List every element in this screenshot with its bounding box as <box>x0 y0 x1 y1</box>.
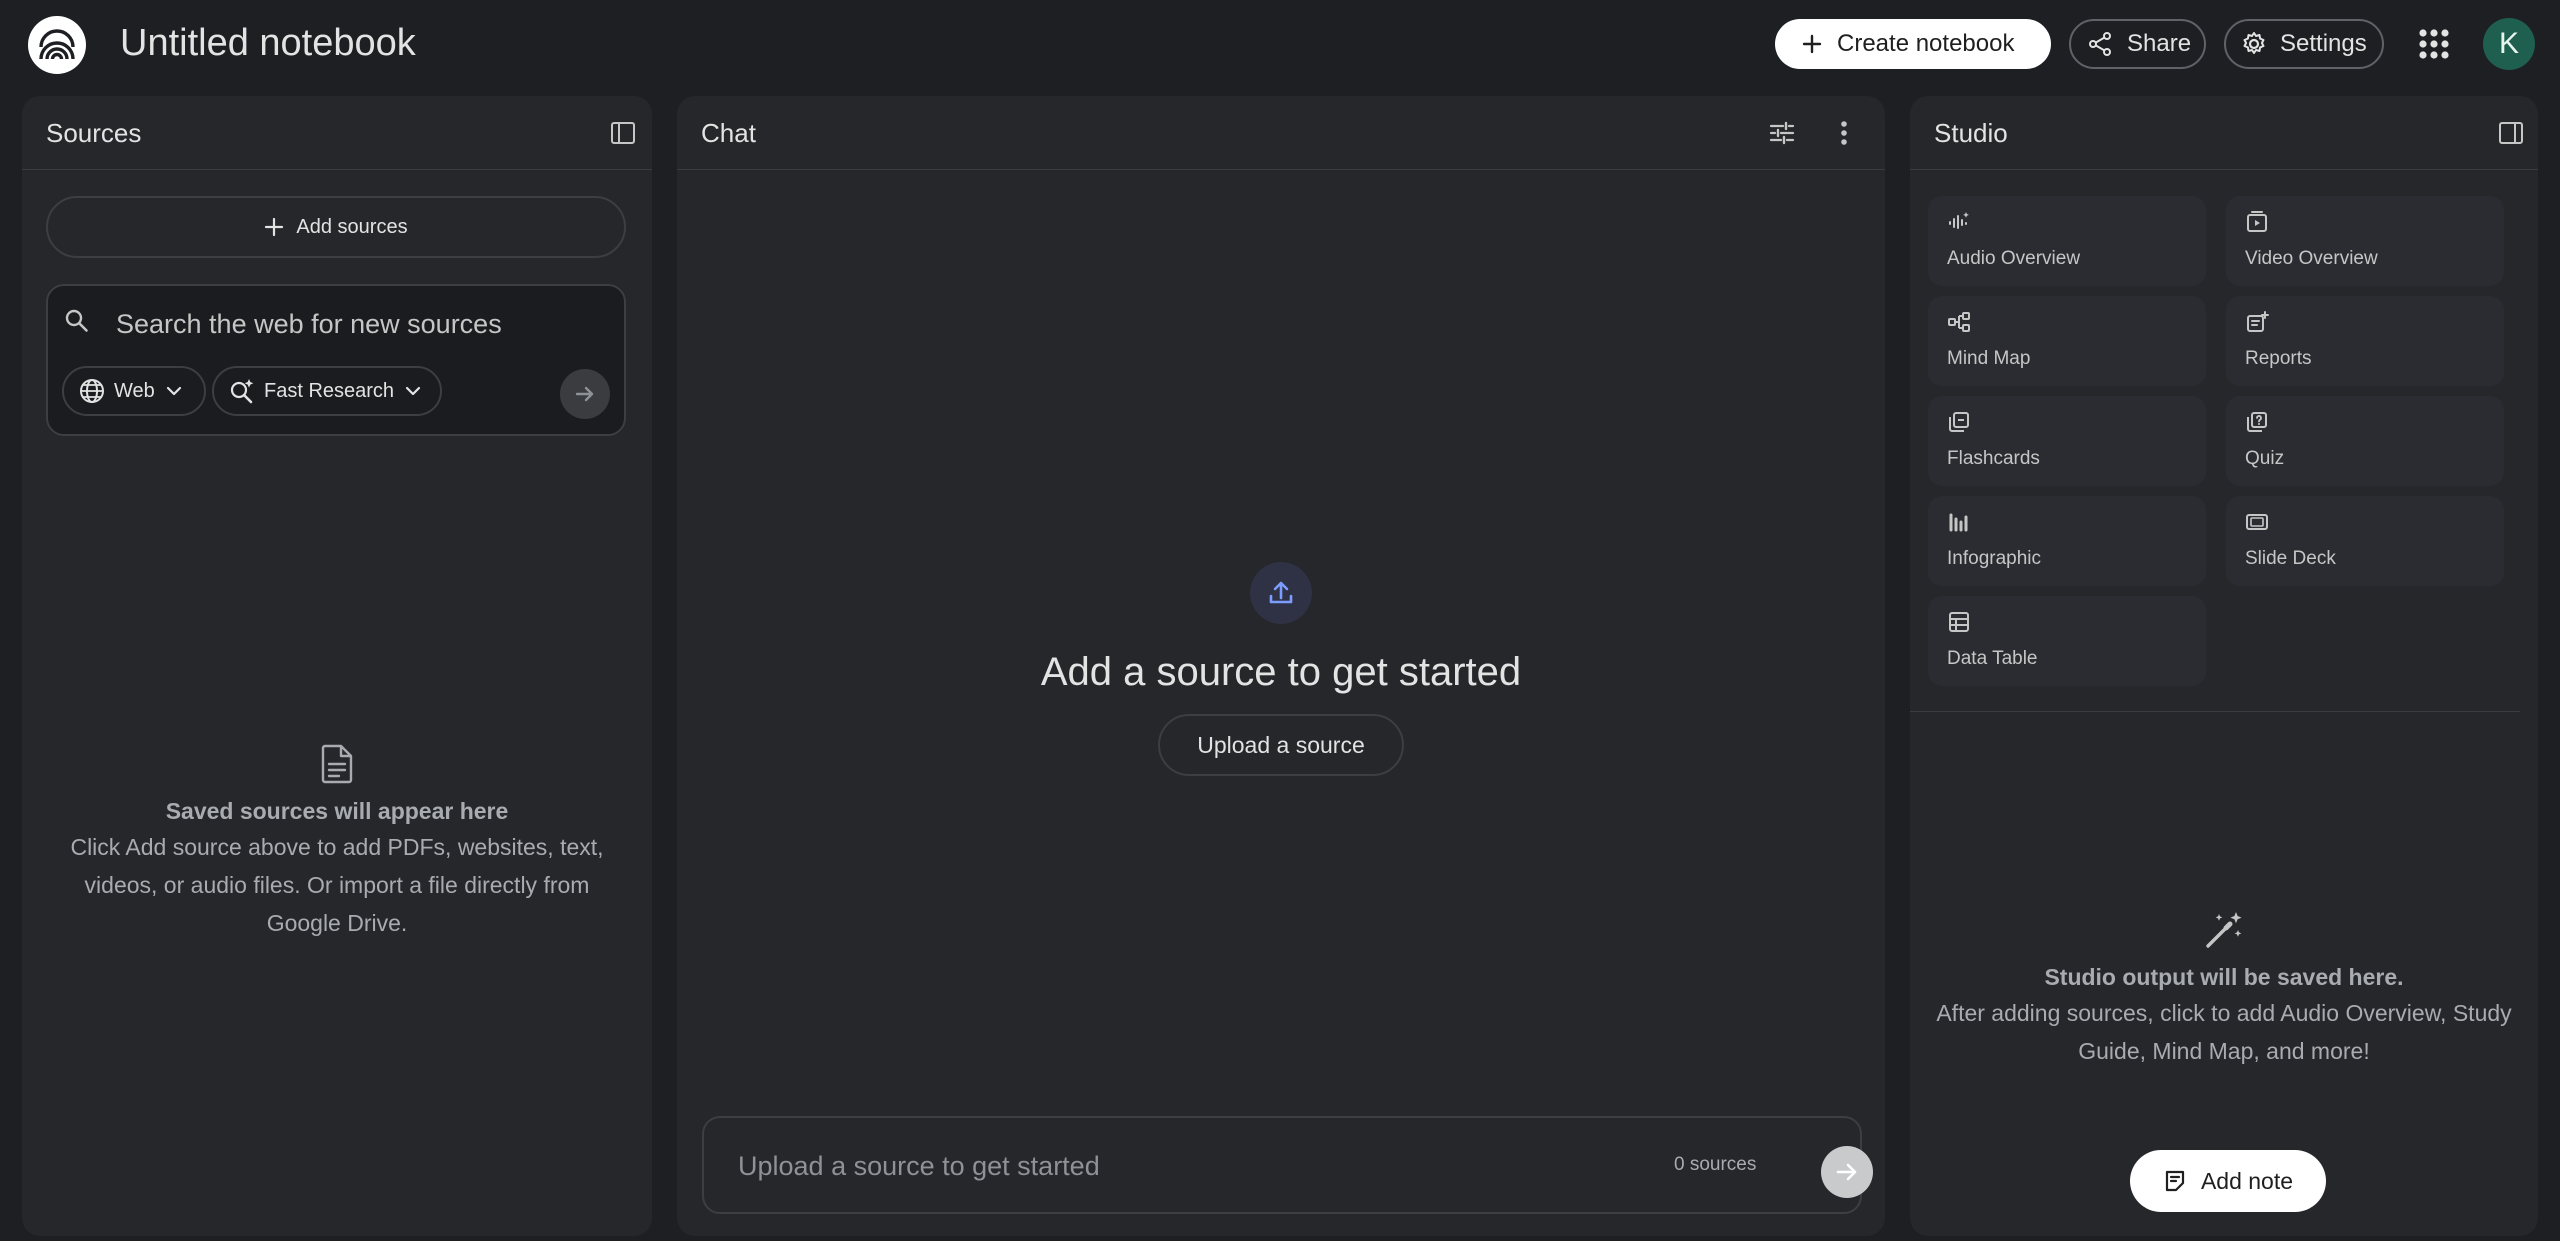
share-label: Share <box>2127 30 2192 57</box>
studio-title: Studio <box>1934 118 2008 148</box>
flashcards-icon <box>1947 410 1971 434</box>
studio-empty-title: Studio output will be saved here. <box>2044 964 2404 990</box>
tile-flashcards[interactable]: Flashcards <box>1928 396 2206 486</box>
tile-label: Data Table <box>1947 648 2038 669</box>
create-notebook-label: Create notebook <box>1837 30 2015 57</box>
tile-label: Flashcards <box>1947 448 2040 469</box>
studio-header: Studio <box>1910 96 2538 170</box>
upload-icon <box>1250 562 1312 624</box>
document-icon <box>319 744 355 784</box>
web-search-box: Web Fast Research <box>46 284 626 436</box>
chat-input-box: 0 sources <box>702 1116 1873 1214</box>
web-source-dropdown[interactable]: Web <box>62 366 206 416</box>
arrow-right-icon <box>1834 1159 1860 1185</box>
globe-icon <box>78 377 106 405</box>
chat-panel: Chat Add a source to get started Upload … <box>677 96 1885 1236</box>
tile-video-overview[interactable]: Video Overview <box>2226 196 2504 286</box>
share-button[interactable]: Share <box>2069 19 2206 69</box>
data-table-icon <box>1947 610 1971 634</box>
chevron-down-icon <box>165 382 183 400</box>
sources-panel: Sources Add sources Search the web for n… <box>22 96 652 1236</box>
chat-input[interactable] <box>738 1146 1598 1186</box>
note-icon <box>2163 1169 2187 1193</box>
add-note-label: Add note <box>2200 1167 2294 1194</box>
plus-icon <box>264 217 284 237</box>
search-icon <box>64 308 90 334</box>
search-submit-button[interactable] <box>560 369 610 419</box>
tile-slide-deck[interactable]: Slide Deck <box>2226 496 2504 586</box>
tile-quiz[interactable]: Quiz <box>2226 396 2504 486</box>
mind-map-icon <box>1947 310 1971 334</box>
gear-icon <box>2240 30 2268 58</box>
chat-title: Chat <box>701 118 756 148</box>
chat-headline: Add a source to get started <box>1040 650 1522 694</box>
tune-settings-icon[interactable] <box>1767 118 1797 148</box>
chat-empty-state: Add a source to get started Upload a sou… <box>677 562 1885 776</box>
apps-grid-icon[interactable] <box>2418 28 2450 60</box>
reports-icon <box>2245 310 2269 334</box>
web-chip-label: Web <box>114 379 155 402</box>
web-search-input[interactable] <box>116 304 596 344</box>
research-sparkle-search-icon <box>228 377 256 405</box>
chat-header: Chat <box>677 96 1885 170</box>
sources-header: Sources <box>22 96 652 170</box>
add-sources-button[interactable]: Add sources <box>46 196 626 258</box>
studio-divider <box>1910 711 2520 712</box>
add-sources-label: Add sources <box>296 215 408 238</box>
share-icon <box>2087 31 2113 57</box>
audio-waveform-icon <box>1947 210 1971 234</box>
sources-empty-body: Click Add source above to add PDFs, webs… <box>70 834 604 936</box>
studio-empty-state: Studio output will be saved here. After … <box>1910 908 2538 1070</box>
sources-empty-state: Saved sources will appear here Click Add… <box>46 744 628 942</box>
user-avatar[interactable]: K <box>2483 18 2535 70</box>
tile-label: Mind Map <box>1947 348 2031 369</box>
research-mode-dropdown[interactable]: Fast Research <box>212 366 442 416</box>
add-note-button[interactable]: Add note <box>2130 1150 2326 1212</box>
tile-data-table[interactable]: Data Table <box>1928 596 2206 686</box>
tile-audio-overview[interactable]: Audio Overview <box>1928 196 2206 286</box>
more-vert-icon[interactable] <box>1829 118 1859 148</box>
tile-label: Audio Overview <box>1947 248 2081 269</box>
slide-deck-icon <box>2245 510 2269 534</box>
settings-label: Settings <box>2280 30 2367 57</box>
send-button[interactable] <box>1821 1146 1873 1198</box>
research-chip-label: Fast Research <box>264 379 395 402</box>
collapse-panel-icon[interactable] <box>2496 118 2526 148</box>
settings-button[interactable]: Settings <box>2224 19 2384 69</box>
tile-label: Infographic <box>1947 548 2042 569</box>
arrow-right-icon <box>573 382 597 406</box>
top-bar: Untitled notebook Create notebook Share … <box>0 0 2560 90</box>
tile-label: Reports <box>2245 348 2312 369</box>
video-icon <box>2245 210 2269 234</box>
notebook-title[interactable]: Untitled notebook <box>120 20 416 66</box>
sources-title: Sources <box>46 118 142 148</box>
source-count: 0 sources <box>1674 1154 1757 1175</box>
studio-panel: Studio Audio Overview Video Overview Min… <box>1910 96 2538 1236</box>
create-notebook-button[interactable]: Create notebook <box>1775 19 2051 69</box>
collapse-panel-icon[interactable] <box>608 118 638 148</box>
tile-label: Video Overview <box>2245 248 2378 269</box>
quiz-icon <box>2245 410 2269 434</box>
tile-label: Quiz <box>2245 448 2285 469</box>
tile-reports[interactable]: Reports <box>2226 296 2504 386</box>
plus-icon <box>1801 33 1823 55</box>
magic-wand-icon <box>2202 908 2246 952</box>
tile-label: Slide Deck <box>2245 548 2336 569</box>
studio-empty-body: After adding sources, click to add Audio… <box>1936 1000 2512 1064</box>
sources-empty-title: Saved sources will appear here <box>165 798 509 824</box>
tile-mind-map[interactable]: Mind Map <box>1928 296 2206 386</box>
upload-source-button[interactable]: Upload a source <box>1158 714 1404 776</box>
tile-infographic[interactable]: Infographic <box>1928 496 2206 586</box>
notebooklm-logo-icon[interactable] <box>28 16 86 74</box>
chevron-down-icon <box>404 382 422 400</box>
infographic-icon <box>1947 510 1971 534</box>
